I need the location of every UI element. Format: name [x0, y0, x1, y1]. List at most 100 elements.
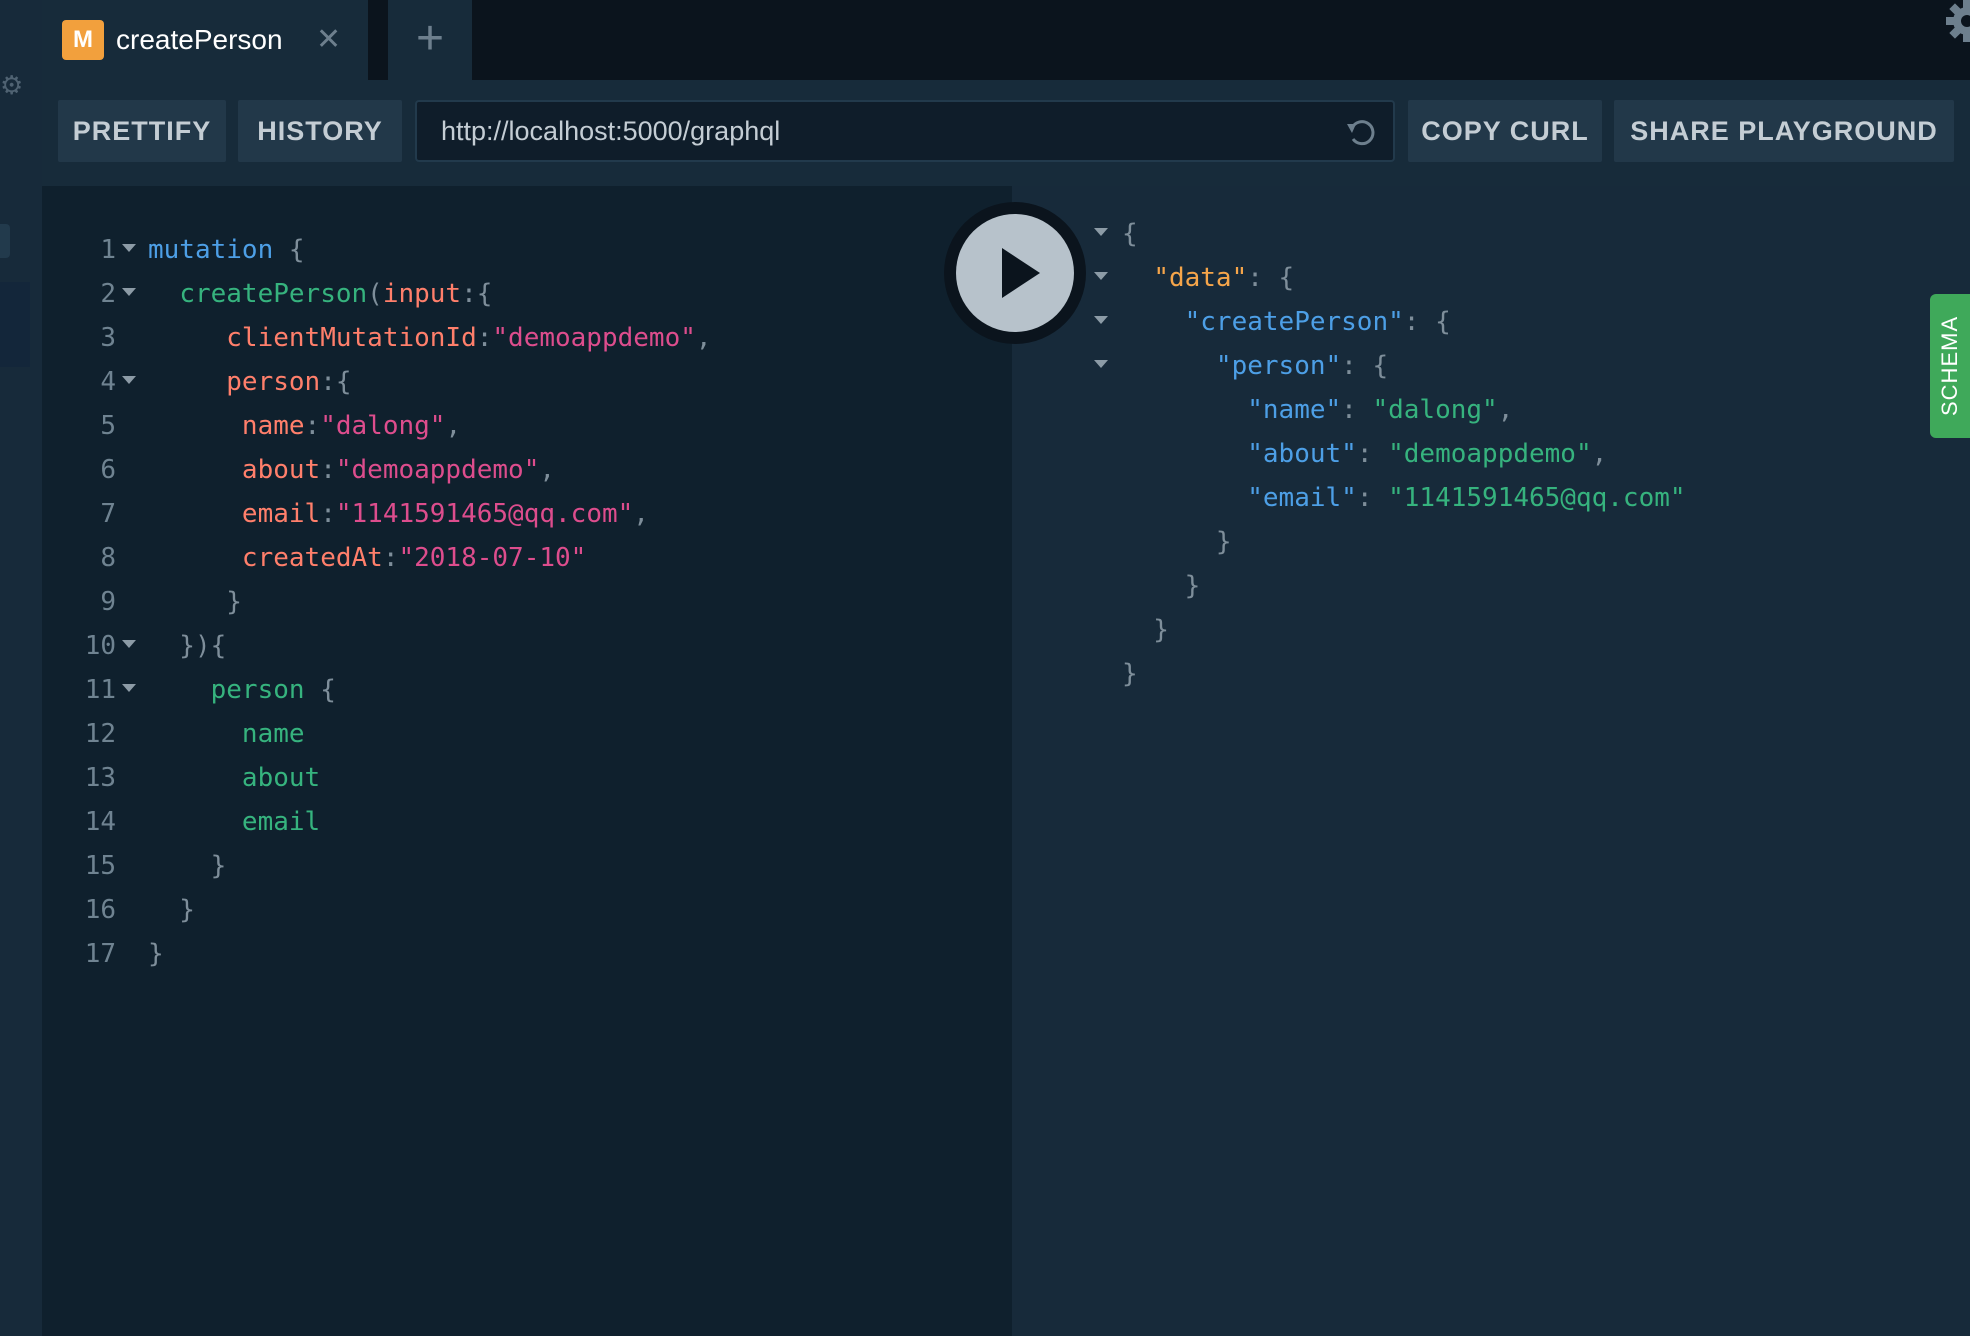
tab-title: createPerson — [116, 24, 283, 55]
line-number: 1 — [100, 235, 116, 265]
code-token: name — [241, 719, 305, 749]
new-tab-button[interactable]: + — [388, 0, 472, 80]
result-viewer: { "data" : { "createPerson": { "person": … — [1012, 186, 1970, 1336]
code-token: , — [695, 323, 712, 353]
code-text: email — [148, 800, 320, 844]
code-token: about — [241, 763, 321, 793]
endpoint-url-input[interactable]: http://localhost:5000/graphql — [415, 100, 1395, 162]
result-token: "data" — [1153, 262, 1248, 293]
result-line: "person": { — [1012, 344, 1912, 388]
settings-gear-icon[interactable] — [1942, 0, 1970, 46]
code-line: 7 email:"1141591465@qq.com", — [42, 492, 1012, 536]
result-token: } — [1122, 526, 1232, 557]
code-line: 3 clientMutationId:"demoappdemo", — [42, 316, 1012, 360]
code-text: }){ — [148, 624, 226, 668]
mutation-badge: M — [62, 20, 104, 60]
line-number: 13 — [84, 763, 116, 793]
history-button[interactable]: HISTORY — [238, 100, 402, 162]
share-playground-button[interactable]: SHARE PLAYGROUND — [1614, 100, 1954, 162]
code-line: 16 } — [42, 888, 1012, 932]
result-text: } — [1122, 520, 1232, 564]
code-text: } — [148, 932, 164, 976]
fold-arrow-icon[interactable] — [1094, 359, 1108, 368]
code-token: } — [148, 851, 227, 881]
line-number: 10 — [84, 631, 116, 661]
result-token — [1122, 439, 1247, 469]
fold-arrow-icon[interactable] — [122, 684, 136, 692]
result-token: "createPerson" — [1184, 306, 1404, 337]
result-token: : { — [1341, 350, 1389, 381]
line-number: 6 — [100, 455, 116, 485]
code-text: clientMutationId:"demoappdemo", — [148, 316, 712, 360]
fold-arrow-icon[interactable] — [1094, 315, 1108, 324]
code-token: }){ — [148, 631, 227, 661]
code-line: 6 about:"demoappdemo", — [42, 448, 1012, 492]
code-line: 4 person:{ — [42, 360, 1012, 404]
result-text: "createPerson": { — [1122, 300, 1451, 344]
code-token: { — [273, 235, 305, 265]
sidebar-gear-icon[interactable]: ⚙ — [0, 68, 23, 102]
fold-arrow-icon[interactable] — [1094, 228, 1108, 236]
fold-arrow-icon[interactable] — [1094, 271, 1108, 280]
tab-createperson[interactable]: M createPerson ✕ — [42, 0, 368, 80]
code-line: 13 about — [42, 756, 1012, 800]
schema-tab[interactable]: SCHEMA — [1930, 294, 1970, 438]
result-token: "about" — [1247, 438, 1357, 469]
result-line: } — [1012, 608, 1912, 652]
fold-arrow-icon[interactable] — [122, 288, 136, 296]
result-token — [1122, 483, 1247, 513]
result-token: "1141591465@qq.com" — [1388, 482, 1686, 513]
sidebar-item[interactable] — [0, 224, 10, 258]
code-line: 9 } — [42, 580, 1012, 624]
fold-arrow-icon[interactable] — [122, 244, 136, 252]
code-line: 5 name:"dalong", — [42, 404, 1012, 448]
code-token: : — [320, 455, 336, 485]
code-token: email — [241, 499, 321, 529]
endpoint-url-text: http://localhost:5000/graphql — [441, 116, 781, 146]
play-icon — [1002, 248, 1040, 298]
play-button-ring — [944, 202, 1086, 344]
result-line: } — [1012, 652, 1912, 696]
result-token — [1122, 307, 1185, 337]
result-text: "email": "1141591465@qq.com" — [1122, 476, 1686, 520]
query-editor[interactable]: 1 mutation {2 createPerson(input:{3 clien… — [42, 186, 1012, 1336]
line-number: 11 — [84, 675, 116, 705]
fold-arrow-icon[interactable] — [122, 376, 136, 384]
execute-query-button[interactable] — [956, 214, 1074, 332]
code-token: : — [476, 323, 493, 353]
code-token: :{ — [320, 367, 352, 397]
code-text: } — [148, 580, 242, 624]
line-number: 16 — [84, 895, 116, 925]
result-token: "dalong" — [1372, 394, 1498, 425]
code-line: 2 createPerson(input:{ — [42, 272, 1012, 316]
code-token: "demoappdemo" — [335, 455, 540, 485]
prettify-button[interactable]: PRETTIFY — [58, 100, 226, 162]
code-token: , — [539, 455, 556, 485]
reload-icon[interactable] — [1343, 114, 1379, 150]
code-line: 15 } — [42, 844, 1012, 888]
result-token: "email" — [1247, 482, 1357, 513]
close-icon[interactable]: ✕ — [316, 20, 341, 60]
result-token: : — [1356, 482, 1389, 513]
code-token: } — [148, 939, 164, 969]
fold-arrow-icon[interactable] — [122, 640, 136, 648]
code-token: name — [241, 411, 305, 441]
code-token: ( — [367, 279, 383, 309]
result-text: } — [1122, 652, 1138, 696]
line-number: 7 — [100, 499, 116, 529]
tab-bar: M createPerson ✕ + — [42, 0, 1970, 80]
code-token: mutation — [148, 235, 274, 265]
line-number: 4 — [100, 367, 116, 397]
result-text: "name": "dalong", — [1122, 388, 1513, 432]
result-line: "about": "demoappdemo", — [1012, 432, 1912, 476]
copy-curl-button[interactable]: COPY CURL — [1408, 100, 1602, 162]
code-token: "2018-07-10" — [398, 543, 587, 573]
result-text: { — [1122, 212, 1138, 256]
code-token: person — [226, 367, 321, 397]
code-token: } — [148, 587, 242, 617]
